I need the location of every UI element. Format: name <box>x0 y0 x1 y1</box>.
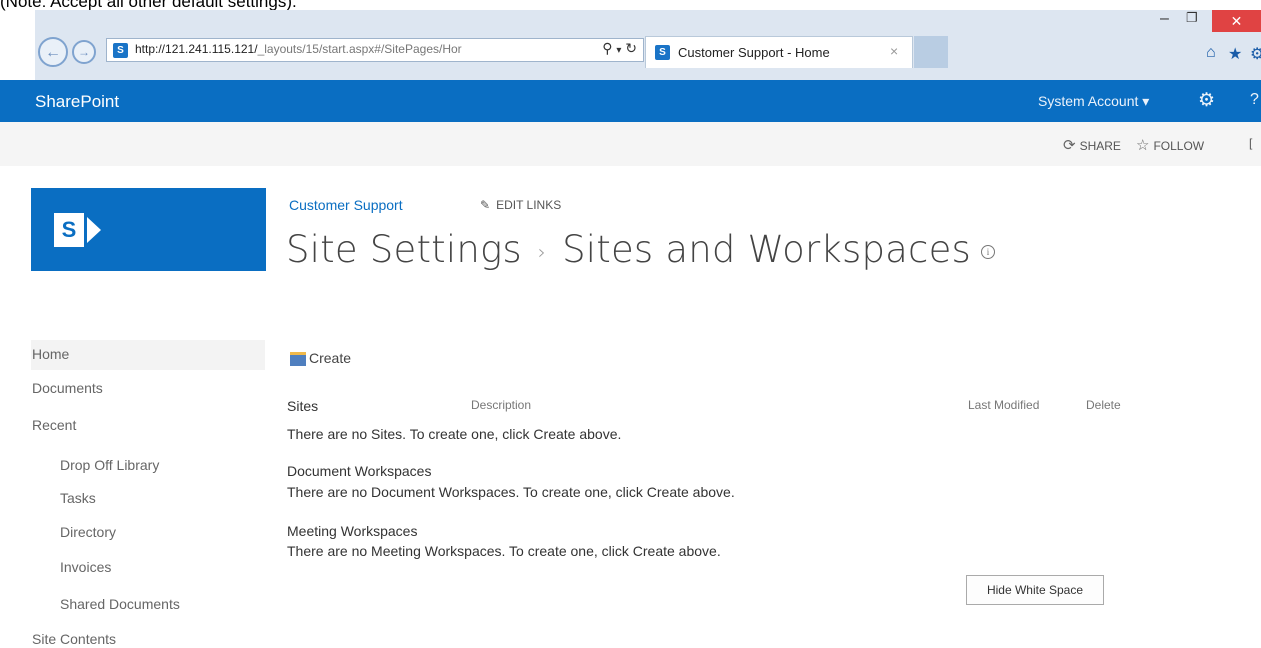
account-menu[interactable]: System Account ▾ <box>1038 93 1149 110</box>
focus-content-icon[interactable]: [ <box>1249 136 1252 150</box>
edit-links-button[interactable]: ✎ EDIT LINKS <box>480 198 561 212</box>
sharepoint-favicon-icon: S <box>655 45 670 60</box>
meeting-workspaces-heading: Meeting Workspaces <box>287 523 418 539</box>
nav-item-invoices[interactable]: Invoices <box>60 559 111 575</box>
ribbon-bar: ⟳ SHARE ☆ FOLLOW [ <box>0 122 1261 166</box>
sites-empty-message: There are no Sites. To create one, click… <box>287 426 622 442</box>
create-site-icon <box>290 352 306 367</box>
breadcrumb-site-settings[interactable]: Site Settings <box>286 228 522 271</box>
page-title: Site Settings › Sites and Workspaces i <box>286 228 996 271</box>
help-icon[interactable]: ? <box>1250 91 1259 109</box>
browser-tab[interactable]: S Customer Support - Home × <box>645 36 913 68</box>
column-header-sites: Sites <box>287 398 319 414</box>
tab-title: Customer Support - Home <box>678 45 830 60</box>
window-close-icon[interactable]: ✕ <box>1212 10 1261 32</box>
breadcrumb-separator: › <box>537 239 547 264</box>
hide-white-space-button[interactable]: Hide White Space <box>966 575 1104 605</box>
column-header-description: Description <box>471 398 532 412</box>
minimize-icon[interactable]: – <box>1160 10 1169 28</box>
refresh-icon[interactable]: ↻ <box>625 40 637 56</box>
follow-button[interactable]: ☆ FOLLOW <box>1136 136 1204 154</box>
sharepoint-brand[interactable]: SharePoint <box>35 92 119 112</box>
url-text: http://121.241.115.121/_layouts/15/start… <box>135 42 462 56</box>
home-icon[interactable]: ⌂ <box>1206 44 1216 62</box>
column-header-last-modified: Last Modified <box>968 398 1040 412</box>
settings-gear-icon[interactable]: ⚙ <box>1198 89 1215 112</box>
address-bar[interactable]: S http://121.241.115.121/_layouts/15/sta… <box>106 38 644 62</box>
info-icon[interactable]: i <box>981 244 996 259</box>
nav-item-directory[interactable]: Directory <box>60 524 116 540</box>
column-header-delete: Delete <box>1086 398 1121 412</box>
favorites-star-icon[interactable]: ★ <box>1228 44 1242 64</box>
tools-gear-icon[interactable]: ⚙ <box>1250 44 1261 64</box>
share-button[interactable]: ⟳ SHARE <box>1063 136 1121 154</box>
nav-item-site-contents[interactable]: Site Contents <box>32 631 116 647</box>
star-outline-icon: ☆ <box>1136 137 1150 154</box>
breadcrumb-current: Sites and Workspaces <box>562 228 972 271</box>
search-icon[interactable]: ⚲ <box>602 40 612 56</box>
nav-item-documents[interactable]: Documents <box>32 380 103 396</box>
document-workspaces-empty-message: There are no Document Workspaces. To cre… <box>287 484 735 500</box>
sharepoint-favicon-icon: S <box>113 43 128 58</box>
share-icon: ⟳ <box>1063 137 1076 154</box>
close-tab-icon[interactable]: × <box>890 43 898 59</box>
suite-bar: SharePoint System Account ▾ ⚙ ? <box>0 80 1261 122</box>
nav-item-drop-off-library[interactable]: Drop Off Library <box>60 457 159 473</box>
dropdown-icon[interactable]: ▾ <box>616 45 621 56</box>
site-logo[interactable]: S <box>31 188 266 271</box>
nav-item-home[interactable]: Home <box>32 346 69 362</box>
site-title-link[interactable]: Customer Support <box>289 197 403 213</box>
nav-item-shared-documents[interactable]: Shared Documents <box>60 596 180 612</box>
new-tab-button[interactable] <box>914 36 948 68</box>
sharepoint-logo-icon: S <box>54 213 84 247</box>
forward-arrow-icon[interactable]: → <box>72 40 96 64</box>
document-workspaces-heading: Document Workspaces <box>287 463 432 479</box>
pencil-icon: ✎ <box>480 198 491 212</box>
nav-item-tasks[interactable]: Tasks <box>60 490 96 506</box>
restore-icon[interactable]: ❐ <box>1186 10 1198 26</box>
create-button[interactable]: Create <box>290 350 351 367</box>
meeting-workspaces-empty-message: There are no Meeting Workspaces. To crea… <box>287 543 721 559</box>
back-arrow-icon[interactable]: ← <box>38 37 68 67</box>
nav-item-recent[interactable]: Recent <box>32 417 76 433</box>
